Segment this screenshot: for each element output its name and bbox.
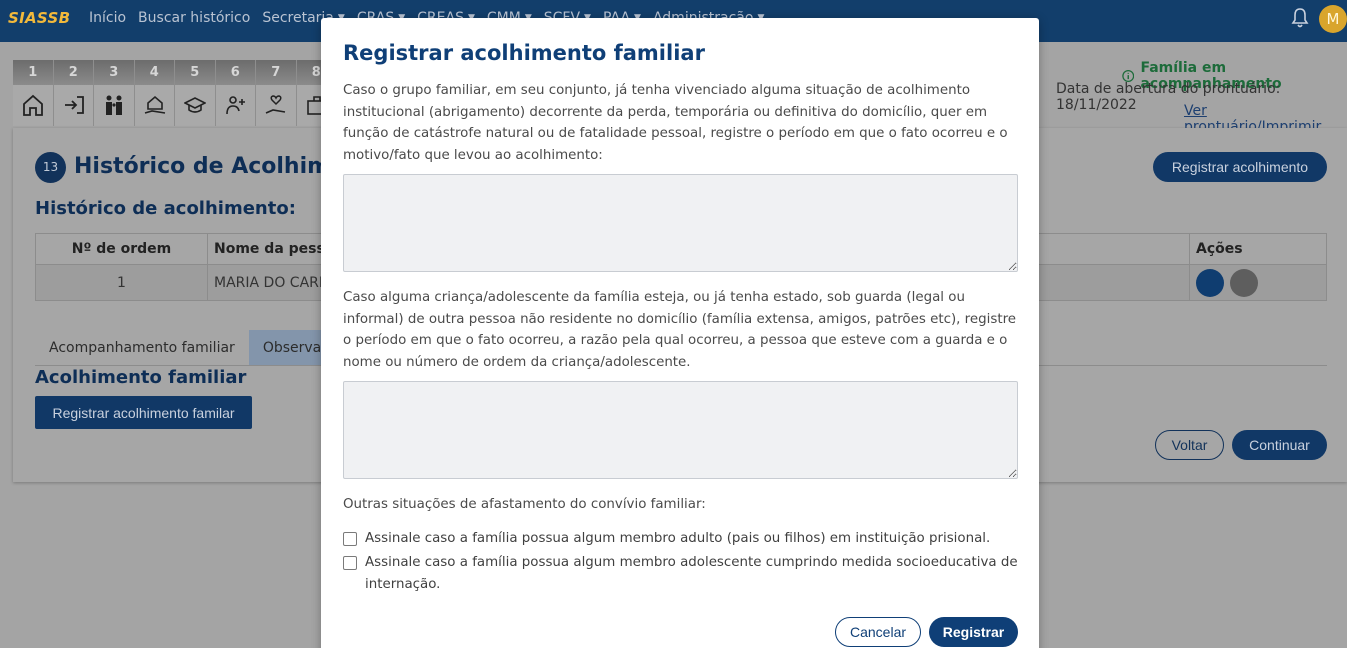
step-tab-5[interactable]: 5	[175, 60, 216, 126]
cancel-button[interactable]: Cancelar	[835, 617, 921, 647]
socioeducativa-checkbox-label: Assinale caso a família possua algum mem…	[365, 555, 1018, 592]
section-number-badge: 13	[35, 152, 66, 183]
socioeducativa-checkbox[interactable]	[343, 556, 357, 570]
step-number: 1	[13, 60, 53, 85]
history-subtitle: Histórico de acolhimento:	[35, 198, 296, 219]
step-tab-1[interactable]: 1	[13, 60, 54, 126]
brand-logo[interactable]: SIASSB	[8, 9, 70, 27]
login-icon	[64, 96, 84, 114]
col-actions: Ações	[1189, 233, 1327, 265]
step-number: 5	[175, 60, 215, 85]
modal-question-3: Outras situações de afastamento do conví…	[343, 497, 706, 512]
view-eye-icon[interactable]	[1196, 268, 1224, 297]
prison-checkbox-label: Assinale caso a família possua algum mem…	[365, 531, 991, 546]
prison-checkbox[interactable]	[343, 532, 357, 546]
heart-hand-icon	[265, 95, 286, 114]
register-button[interactable]: Registrar	[929, 617, 1018, 647]
modal-question-1: Caso o grupo familiar, em seu conjunto, …	[343, 83, 1008, 164]
prison-checkbox-row[interactable]: Assinale caso a família possua algum mem…	[343, 528, 1018, 550]
home-icon	[23, 94, 43, 116]
step-tab-6[interactable]: 6	[215, 60, 256, 126]
step-tab-7[interactable]: 7	[256, 60, 297, 126]
continue-button[interactable]: Continuar	[1232, 430, 1327, 460]
cell-actions	[1189, 264, 1327, 301]
step-number: 4	[134, 60, 174, 85]
step-number: 6	[215, 60, 255, 85]
modal-question-2: Caso alguma criança/adolescente da famíl…	[343, 290, 1017, 371]
step-tab-4[interactable]: 4	[134, 60, 175, 126]
tab-acompanhamento-familiar[interactable]: Acompanhamento familiar	[35, 330, 249, 366]
back-button[interactable]: Voltar	[1155, 430, 1224, 460]
step-number: 3	[94, 60, 134, 85]
guarda-textarea[interactable]	[343, 381, 1018, 479]
step-number: 2	[53, 60, 93, 85]
nav-item-inicio[interactable]: Início	[89, 10, 126, 26]
nav-item-buscar-historico[interactable]: Buscar histórico	[138, 10, 250, 26]
cell-order: 1	[35, 264, 208, 301]
acolhimento-title: Acolhimento familiar	[35, 367, 247, 388]
family-icon	[106, 95, 122, 115]
register-acolhimento-button[interactable]: Registrar acolhimento	[1153, 152, 1327, 182]
edit-pencil-icon[interactable]	[1230, 268, 1258, 297]
register-acolhimento-familiar-button[interactable]: Registrar acolhimento familar	[35, 396, 252, 429]
graduation-cap-icon	[184, 97, 206, 113]
col-order: Nº de ordem	[35, 233, 208, 265]
health-icon	[225, 96, 245, 115]
socioeducativa-checkbox-row[interactable]: Assinale caso a família possua algum mem…	[343, 552, 1018, 596]
content-tabs: Acompanhamento familiar Observações	[35, 330, 368, 366]
bell-icon[interactable]	[1291, 7, 1309, 29]
register-acolhimento-modal: Registrar acolhimento familiar Caso o gr…	[321, 18, 1039, 648]
modal-title: Registrar acolhimento familiar	[343, 41, 705, 65]
acolhimento-textarea[interactable]	[343, 174, 1018, 272]
house-hand-icon	[144, 95, 165, 114]
avatar[interactable]: M	[1319, 5, 1347, 33]
step-number: 7	[256, 60, 296, 85]
step-tabs: 1 2 3 4 5 6 7 8	[13, 60, 337, 126]
step-tab-3[interactable]: 3	[94, 60, 135, 126]
step-tab-2[interactable]: 2	[53, 60, 94, 126]
